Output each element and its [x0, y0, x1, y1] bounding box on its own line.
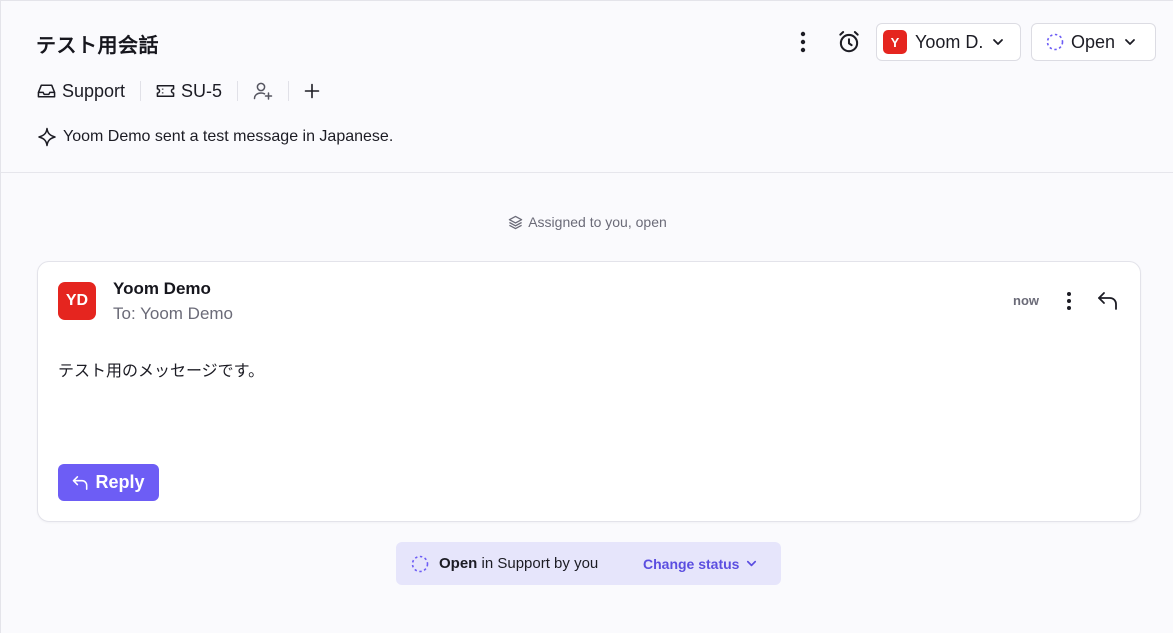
more-vertical-icon — [1067, 292, 1071, 310]
status-label: Open — [1071, 31, 1116, 52]
assignee-name: Yoom D. — [915, 31, 984, 52]
reply-button[interactable]: Reply — [58, 464, 159, 501]
conversation-header: テスト用会話 Y Yoom D. Open Support SU-5 Yoom … — [1, 1, 1173, 173]
status-bar: Open in Support by you Change status — [396, 542, 781, 585]
inbox-label: Support — [62, 80, 126, 101]
snooze-button[interactable] — [835, 28, 863, 56]
more-options-button[interactable] — [791, 29, 815, 55]
status-bar-text: Open in Support by you — [439, 555, 598, 572]
conversation-title: テスト用会話 — [36, 35, 159, 57]
chevron-down-icon — [1123, 35, 1137, 49]
ticket-tag[interactable]: SU-5 — [156, 81, 222, 102]
message-options-button[interactable] — [1058, 289, 1080, 313]
plus-icon — [304, 83, 320, 99]
reply-button-label: Reply — [95, 472, 145, 492]
timeline-event: Assigned to you, open — [1, 214, 1173, 230]
divider — [237, 81, 239, 101]
ai-summary: Yoom Demo sent a test message in Japanes… — [37, 127, 393, 147]
conversation-meta: Support SU-5 — [37, 77, 320, 105]
summary-text: Yoom Demo sent a test message in Japanes… — [63, 128, 394, 145]
timeline-event-text: Assigned to you, open — [528, 214, 667, 230]
status-bar-status: Open — [439, 555, 478, 572]
layers-icon — [508, 215, 523, 229]
ticket-id: SU-5 — [181, 80, 223, 101]
chevron-down-icon — [991, 35, 1005, 49]
status-open-icon — [1046, 33, 1064, 51]
more-vertical-icon — [800, 31, 806, 53]
inbox-icon — [37, 84, 56, 98]
user-plus-icon — [253, 82, 273, 100]
change-status-button[interactable]: Change status — [643, 542, 758, 585]
message-timestamp: now — [1013, 293, 1039, 308]
chevron-down-icon — [747, 560, 757, 567]
avatar: YD — [58, 282, 96, 320]
assignee-avatar: Y — [883, 30, 907, 54]
status-bar-context: in Support by you — [481, 555, 599, 572]
conversation-view: テスト用会話 Y Yoom D. Open Support SU-5 Yoom … — [0, 0, 1173, 633]
message-body: テスト用のメッセージです。 — [58, 363, 265, 380]
divider — [140, 81, 142, 101]
inbox-tag[interactable]: Support — [37, 81, 125, 102]
status-dropdown[interactable]: Open — [1031, 23, 1156, 61]
alarm-clock-icon — [839, 31, 859, 53]
recipient-line: To: Yoom Demo — [113, 304, 234, 323]
sender-name: Yoom Demo — [113, 279, 211, 298]
divider — [288, 81, 290, 101]
reply-icon — [1098, 292, 1117, 310]
sparkle-icon — [38, 127, 56, 147]
assignee-dropdown[interactable]: Y Yoom D. — [876, 23, 1021, 61]
reply-icon — [73, 475, 88, 490]
status-open-icon — [411, 555, 429, 572]
message-card: YD Yoom Demo To: Yoom Demo now テスト用のメッセー… — [37, 261, 1141, 522]
add-button[interactable] — [304, 83, 320, 99]
ticket-icon — [156, 85, 175, 97]
add-participant-button[interactable] — [253, 82, 273, 100]
reply-icon-button[interactable] — [1094, 288, 1122, 314]
change-status-label: Change status — [643, 555, 740, 572]
